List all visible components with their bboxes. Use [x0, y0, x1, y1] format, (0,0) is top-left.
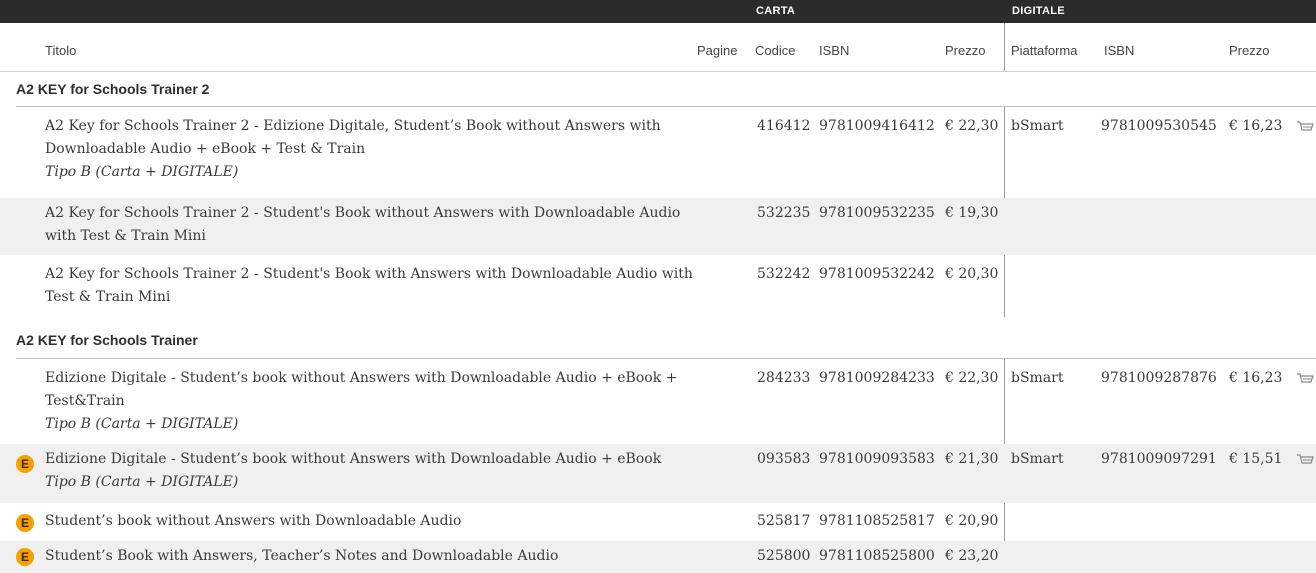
table-row[interactable]: A2 Key for Schools Trainer 2 - Student's… — [0, 198, 1316, 255]
row-title[interactable]: Student’s Book with Answers, Teacher’s N… — [45, 545, 695, 568]
row-title[interactable]: A2 Key for Schools Trainer 2 - Edizione … — [45, 115, 695, 184]
table-row[interactable]: A2 Key for Schools Trainer 2 - Student's… — [0, 259, 1316, 316]
ebook-badge: E — [16, 514, 34, 532]
row-piattaforma: bSmart — [1011, 370, 1064, 386]
row-prezzo: € 20,30 — [945, 266, 999, 282]
cart-icon[interactable] — [1296, 372, 1314, 386]
row-prezzo: € 22,30 — [945, 370, 999, 386]
col-pagine: Pagine — [697, 43, 738, 58]
digitale-group-label: DIGITALE — [1012, 5, 1065, 17]
row-title[interactable]: Edizione Digitale - Student’s book witho… — [45, 367, 695, 436]
col-digital-isbn: ISBN — [1104, 43, 1135, 58]
row-title[interactable]: Edizione Digitale - Student’s book witho… — [45, 448, 695, 494]
row-tipo: Tipo B (Carta + DIGITALE) — [45, 416, 239, 432]
row-title[interactable]: Student’s book without Answers with Down… — [45, 510, 695, 533]
row-digital-prezzo: € 15,51 — [1229, 451, 1283, 467]
row-piattaforma: bSmart — [1011, 118, 1064, 134]
row-isbn: 9781009284233 — [819, 370, 935, 386]
table-row[interactable]: E Edizione Digitale - Student’s book wit… — [0, 444, 1316, 503]
col-digital-prezzo: Prezzo — [1229, 43, 1270, 58]
ebook-badge: E — [16, 548, 34, 566]
row-digital-isbn: 9781009287876 — [1101, 370, 1217, 386]
row-codice: 284233 — [757, 370, 811, 386]
table-row[interactable]: Edizione Digitale - Student’s book witho… — [0, 363, 1316, 441]
cart-icon[interactable] — [1296, 453, 1314, 467]
row-codice: 093583 — [757, 451, 811, 467]
column-divider — [1004, 23, 1005, 71]
row-isbn: 9781108525817 — [819, 513, 935, 529]
row-codice: 525817 — [757, 513, 811, 529]
row-digital-isbn: 9781009530545 — [1101, 118, 1217, 134]
table-row[interactable]: A2 Key for Schools Trainer 2 - Edizione … — [0, 111, 1316, 191]
row-prezzo: € 21,30 — [945, 451, 999, 467]
row-codice: 532242 — [757, 266, 811, 282]
row-digital-isbn: 9781009097291 — [1101, 451, 1217, 467]
col-titolo: Titolo — [45, 43, 77, 58]
row-title[interactable]: A2 Key for Schools Trainer 2 - Student's… — [45, 263, 695, 309]
row-codice: 525800 — [757, 548, 811, 564]
group-title: A2 KEY for Schools Trainer 2 — [16, 81, 210, 97]
row-isbn: 9781009532242 — [819, 266, 935, 282]
row-tipo: Tipo B (Carta + DIGITALE) — [45, 474, 239, 490]
row-piattaforma: bSmart — [1011, 451, 1064, 467]
row-digital-prezzo: € 16,23 — [1229, 118, 1283, 134]
ebook-badge: E — [16, 455, 34, 473]
col-codice: Codice — [755, 43, 796, 58]
row-isbn: 9781108525800 — [819, 548, 935, 564]
row-codice: 416412 — [757, 118, 811, 134]
row-tipo: Tipo B (Carta + DIGITALE) — [45, 164, 239, 180]
row-digital-prezzo: € 16,23 — [1229, 370, 1283, 386]
row-prezzo: € 20,90 — [945, 513, 999, 529]
group-divider — [16, 106, 1316, 107]
row-isbn: 9781009093583 — [819, 451, 935, 467]
group-title: A2 KEY for Schools Trainer — [16, 332, 198, 348]
row-isbn: 9781009416412 — [819, 118, 935, 134]
carta-group-label: CARTA — [756, 5, 796, 17]
row-prezzo: € 22,30 — [945, 118, 999, 134]
row-codice: 532235 — [757, 205, 811, 221]
row-title[interactable]: A2 Key for Schools Trainer 2 - Student's… — [45, 202, 695, 248]
col-isbn: ISBN — [819, 43, 850, 58]
col-piattaforma: Piattaforma — [1011, 43, 1078, 58]
cart-icon[interactable] — [1296, 120, 1314, 134]
table-row[interactable]: E Student’s Book with Answers, Teacher’s… — [0, 541, 1316, 573]
table-row[interactable]: E Student’s book without Answers with Do… — [0, 506, 1316, 539]
col-prezzo: Prezzo — [945, 43, 986, 58]
row-isbn: 9781009532235 — [819, 205, 935, 221]
column-group-bar: CARTA DIGITALE — [0, 0, 1316, 23]
group-divider — [16, 358, 1316, 359]
row-prezzo: € 23,20 — [945, 548, 999, 564]
row-prezzo: € 19,30 — [945, 205, 999, 221]
table-header: Titolo Pagine Codice ISBN Prezzo Piattaf… — [0, 23, 1316, 72]
